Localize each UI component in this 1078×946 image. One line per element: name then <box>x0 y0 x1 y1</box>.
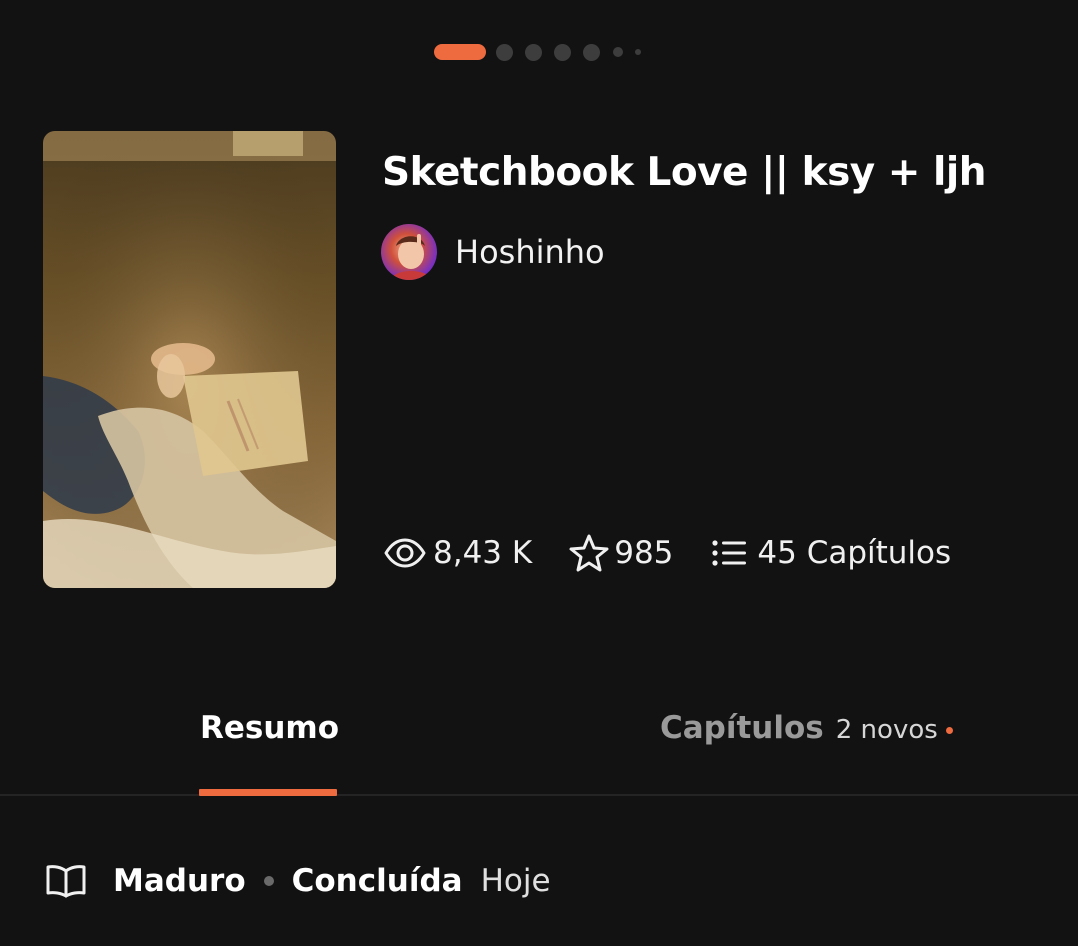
star-icon <box>568 533 610 573</box>
story-title: Sketchbook Love || ksy + ljh <box>382 150 987 195</box>
new-chapters-badge: 2 novos <box>835 715 938 745</box>
eye-icon <box>383 537 427 569</box>
author-name: Hoshinho <box>455 233 605 271</box>
active-tab-indicator <box>199 789 337 796</box>
new-indicator-dot <box>945 726 953 734</box>
avatar <box>381 224 437 280</box>
story-stats: 8,43 K 985 45 Capítulos <box>383 530 951 576</box>
votes-count: 985 <box>614 535 674 571</box>
tab-summary[interactable]: Resumo <box>200 710 339 746</box>
pager-dot-active[interactable] <box>434 44 486 60</box>
author-link[interactable]: Hoshinho <box>381 224 605 280</box>
cover-illustration <box>43 131 336 588</box>
avatar-portrait-icon <box>391 234 431 280</box>
pager-dot[interactable] <box>525 44 542 61</box>
views-stat: 8,43 K <box>383 535 532 571</box>
completion-status: Concluída <box>291 863 463 899</box>
views-count: 8,43 K <box>433 535 533 571</box>
pager-dot[interactable] <box>583 44 600 61</box>
story-details-screen: Sketchbook Love || ksy + ljh Hoshinho 8,… <box>0 0 1078 946</box>
tab-bar: Resumo Capítulos 2 novos <box>0 700 1078 796</box>
carousel-pager <box>0 44 1078 62</box>
tab-chapters-label: Capítulos <box>660 710 824 746</box>
pager-dot[interactable] <box>613 47 623 57</box>
chapters-stat: 45 Capítulos <box>711 535 951 571</box>
book-cover-image[interactable] <box>43 131 336 588</box>
updated-date: Hoje <box>480 863 551 899</box>
votes-stat: 985 <box>568 533 673 573</box>
content-rating: Maduro <box>113 863 246 899</box>
chapters-count: 45 Capítulos <box>757 535 952 571</box>
tab-chapters[interactable]: Capítulos 2 novos <box>660 710 953 746</box>
pager-dot[interactable] <box>496 44 513 61</box>
separator-dot <box>263 876 274 886</box>
open-book-icon <box>45 863 87 899</box>
story-meta: Maduro Concluída Hoje <box>45 858 551 904</box>
list-icon <box>711 538 747 568</box>
pager-dot[interactable] <box>554 44 571 61</box>
pager-dot[interactable] <box>635 49 641 55</box>
